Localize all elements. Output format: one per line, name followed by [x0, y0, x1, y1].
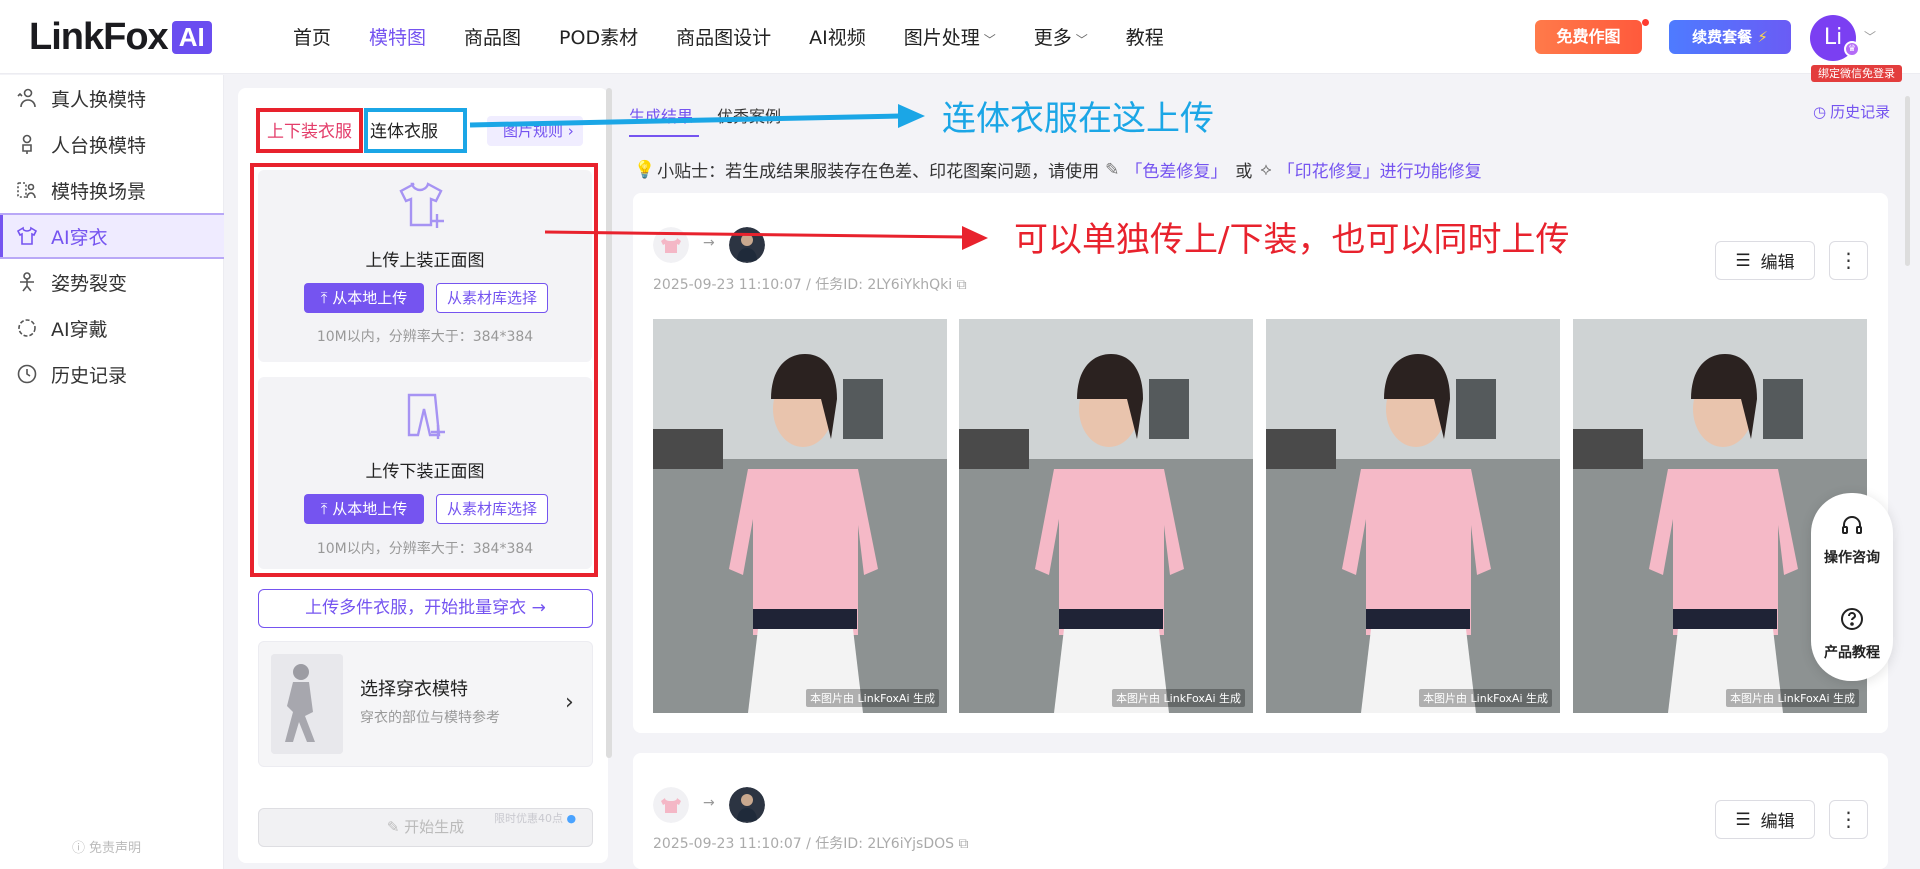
annotation-onepiece-note: 连体衣服在这上传: [942, 99, 1214, 139]
app-root: { "header": { "logo_text": "LinkFox", "l…: [0, 0, 1920, 869]
annotation-separate-note: 可以单独传上/下装，也可以同时上传: [1014, 220, 1570, 260]
annotation-arrow-blue: [469, 113, 901, 128]
annotation-arrowhead-red: [962, 226, 988, 250]
annotation-arrowhead-blue: [898, 104, 925, 128]
annotation-arrow-red: [544, 230, 966, 239]
